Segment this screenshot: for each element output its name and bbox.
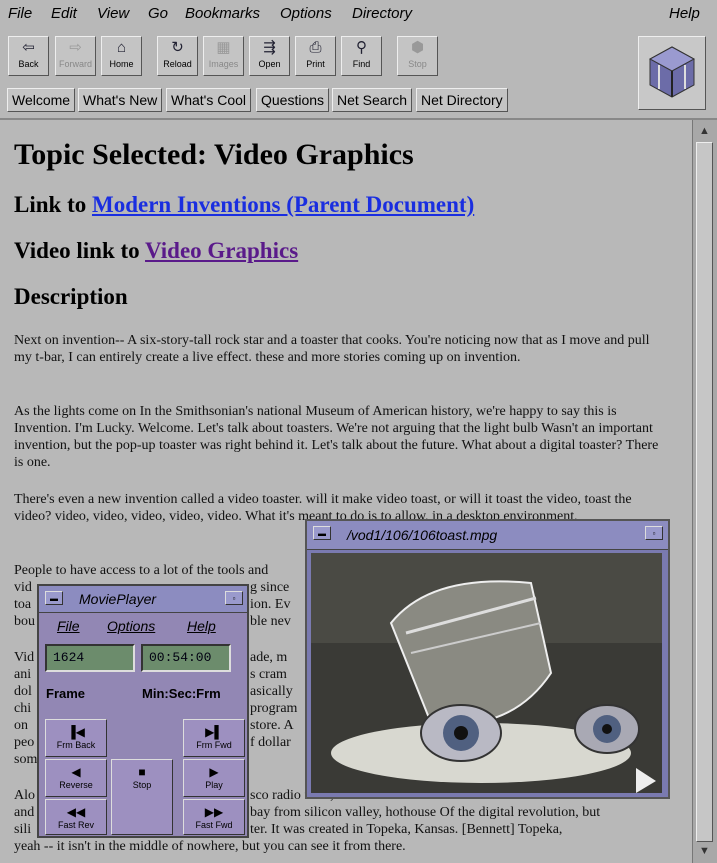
play-button[interactable]: ▶ Play xyxy=(183,759,245,797)
home-button[interactable]: ⌂ Home xyxy=(101,36,142,76)
back-arrow-icon: ⇦ xyxy=(22,39,35,56)
movie-player-title: MoviePlayer xyxy=(79,591,157,607)
fast-forward-button[interactable]: ▶▶ Fast Fwd xyxy=(183,799,245,835)
welcome-button[interactable]: Welcome xyxy=(7,88,76,112)
menu-options[interactable]: Options xyxy=(280,5,332,22)
page-title: Topic Selected: Video Graphics xyxy=(14,138,414,171)
fast-reverse-icon: ◀◀ xyxy=(66,805,86,819)
parent-document-link[interactable]: Modern Inventions (Parent Document) xyxy=(92,192,474,217)
window-menu-icon[interactable]: ▬ xyxy=(45,591,63,605)
images-icon: ▦ xyxy=(216,39,231,56)
find-button[interactable]: ⚲ Find xyxy=(341,36,382,76)
back-button[interactable]: ⇦ Back xyxy=(8,36,49,76)
minimize-icon[interactable]: ▫ xyxy=(645,526,663,540)
scrollbar-thumb[interactable] xyxy=(696,142,713,842)
menu-edit[interactable]: Edit xyxy=(51,5,77,22)
vertical-scrollbar[interactable]: ▲ ▼ xyxy=(692,120,717,863)
logo-icon xyxy=(648,46,696,98)
print-icon: ⎙ xyxy=(309,39,322,56)
frame-back-button[interactable]: ▐◀ Frm Back xyxy=(45,719,107,757)
video-frame xyxy=(311,553,662,793)
open-button[interactable]: ⇶ Open xyxy=(249,36,290,76)
reverse-button[interactable]: ◀ Reverse xyxy=(45,759,107,797)
scroll-down-arrow-icon[interactable]: ▼ xyxy=(696,843,713,860)
forward-arrow-icon: ⇨ xyxy=(69,39,82,56)
scroll-up-arrow-icon[interactable]: ▲ xyxy=(696,123,713,140)
stop-icon: ⬢ xyxy=(410,39,425,56)
menu-directory[interactable]: Directory xyxy=(352,5,412,22)
video-graphics-link[interactable]: Video Graphics xyxy=(145,238,298,263)
menu-bookmarks[interactable]: Bookmarks xyxy=(185,5,260,22)
movie-player-window: ▬ MoviePlayer ▫ File Options Help 1624 0… xyxy=(37,584,249,838)
movie-player-menu: File Options Help xyxy=(39,613,247,639)
parent-link-heading: Link to Modern Inventions (Parent Docume… xyxy=(14,192,475,217)
frame-counter: 1624 xyxy=(45,644,135,672)
forward-button[interactable]: ⇨ Forward xyxy=(55,36,96,76)
reload-icon: ↻ xyxy=(171,39,184,56)
browser-logo[interactable] xyxy=(638,36,706,110)
reload-button[interactable]: ↻ Reload xyxy=(157,36,198,76)
whats-new-button[interactable]: What's New xyxy=(78,88,163,112)
mp-menu-file[interactable]: File xyxy=(57,618,80,634)
home-icon: ⌂ xyxy=(116,39,127,56)
menu-bar: File Edit View Go Bookmarks Options Dire… xyxy=(0,0,717,28)
menu-file[interactable]: File xyxy=(8,5,32,22)
paragraph-2: As the lights come on In the Smithsonian… xyxy=(14,404,659,470)
toolbar: ⇦ Back ⇨ Forward ⌂ Home ↻ Reload ▦ Images ⇶ Op… xyxy=(0,28,717,120)
minimize-icon[interactable]: ▫ xyxy=(225,591,243,605)
video-link-heading: Video link to Video Graphics xyxy=(14,238,299,263)
toaster-video-image xyxy=(311,553,662,793)
frame-forward-icon: ▶▌ xyxy=(205,725,223,739)
menu-view[interactable]: View xyxy=(97,5,129,22)
frame-label: Frame xyxy=(46,686,86,701)
stop-square-icon: ■ xyxy=(138,765,146,779)
video-window-titlebar[interactable]: ▬ /vod1/106/106toast.mpg ▫ xyxy=(307,521,668,550)
stop-button[interactable]: ⬢ Stop xyxy=(397,36,438,76)
mp-menu-options[interactable]: Options xyxy=(107,618,155,634)
description-heading: Description xyxy=(14,284,128,309)
frame-back-icon: ▐◀ xyxy=(67,725,85,739)
time-counter: 00:54:00 xyxy=(141,644,231,672)
mp-menu-help[interactable]: Help xyxy=(187,618,216,634)
net-directory-button[interactable]: Net Directory xyxy=(416,88,508,112)
frame-forward-button[interactable]: ▶▌ Frm Fwd xyxy=(183,719,245,757)
video-window: ▬ /vod1/106/106toast.mpg ▫ xyxy=(305,519,670,799)
menu-help[interactable]: Help xyxy=(669,5,700,22)
paragraph-1: Next on invention-- A six-story-tall roc… xyxy=(14,333,650,365)
print-button[interactable]: ⎙ Print xyxy=(295,36,336,76)
movie-player-titlebar[interactable]: ▬ MoviePlayer ▫ xyxy=(39,586,247,613)
questions-button[interactable]: Questions xyxy=(256,88,330,112)
whats-cool-button[interactable]: What's Cool xyxy=(166,88,252,112)
reverse-icon: ◀ xyxy=(71,765,81,779)
video-window-title: /vod1/106/106toast.mpg xyxy=(347,527,498,543)
fast-reverse-button[interactable]: ◀◀ Fast Rev xyxy=(45,799,107,835)
menu-go[interactable]: Go xyxy=(148,5,168,22)
find-icon: ⚲ xyxy=(356,39,367,56)
images-button[interactable]: ▦ Images xyxy=(203,36,244,76)
stop-play-button[interactable]: ■ Stop xyxy=(111,759,173,835)
window-menu-icon[interactable]: ▬ xyxy=(313,526,331,540)
play-icon: ▶ xyxy=(209,765,219,779)
time-label: Min:Sec:Frm xyxy=(142,686,221,701)
open-icon: ⇶ xyxy=(263,39,276,56)
net-search-button[interactable]: Net Search xyxy=(332,88,413,112)
fast-forward-icon: ▶▶ xyxy=(204,805,224,819)
